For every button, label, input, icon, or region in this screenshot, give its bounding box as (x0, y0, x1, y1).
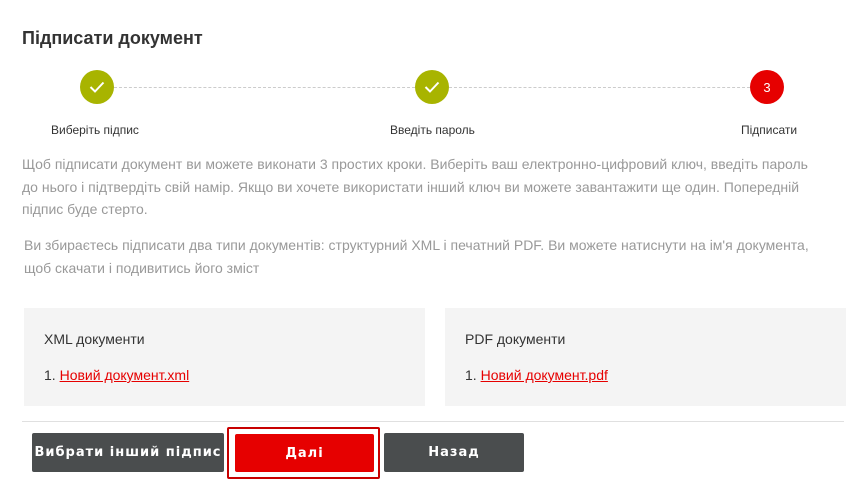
xml-documents-title: XML документи (44, 331, 145, 347)
list-item-index: 1. (465, 367, 477, 383)
list-item: 1. Новий документ.xml (44, 367, 405, 383)
list-item-index: 1. (44, 367, 56, 383)
next-button[interactable]: Далі (235, 434, 374, 472)
progress-stepper: 3 Виберіть підпис Введіть пароль Підписа… (0, 70, 865, 140)
instructions-text: Щоб підписати документ ви можете виконат… (22, 156, 808, 217)
xml-document-link[interactable]: Новий документ.xml (60, 367, 190, 383)
page-title: Підписати документ (22, 28, 203, 48)
pdf-documents-title: PDF документи (465, 331, 566, 347)
list-item: 1. Новий документ.pdf (465, 367, 826, 383)
divider (22, 421, 844, 422)
documents-info-text: Ви збираєтесь підписати два типи докумен… (24, 237, 809, 276)
step-3-label: Підписати (741, 123, 798, 137)
step-connector (114, 87, 415, 88)
step-2-done-indicator (415, 70, 449, 104)
back-button[interactable]: Назад (384, 433, 524, 472)
choose-other-signature-button[interactable]: Вибрати інший підпис (32, 433, 224, 472)
xml-documents-panel: XML документи 1. Новий документ.xml (24, 308, 425, 406)
step-connector (449, 87, 750, 88)
pdf-documents-panel: PDF документи 1. Новий документ.pdf (445, 308, 846, 406)
check-icon (89, 81, 105, 93)
step-1-done-indicator (80, 70, 114, 104)
check-icon (424, 81, 440, 93)
pdf-document-link[interactable]: Новий документ.pdf (481, 367, 608, 383)
step-1-label: Виберіть підпис (51, 123, 139, 137)
step-2-label: Введіть пароль (390, 123, 475, 137)
step-3-current-indicator: 3 (750, 70, 784, 104)
